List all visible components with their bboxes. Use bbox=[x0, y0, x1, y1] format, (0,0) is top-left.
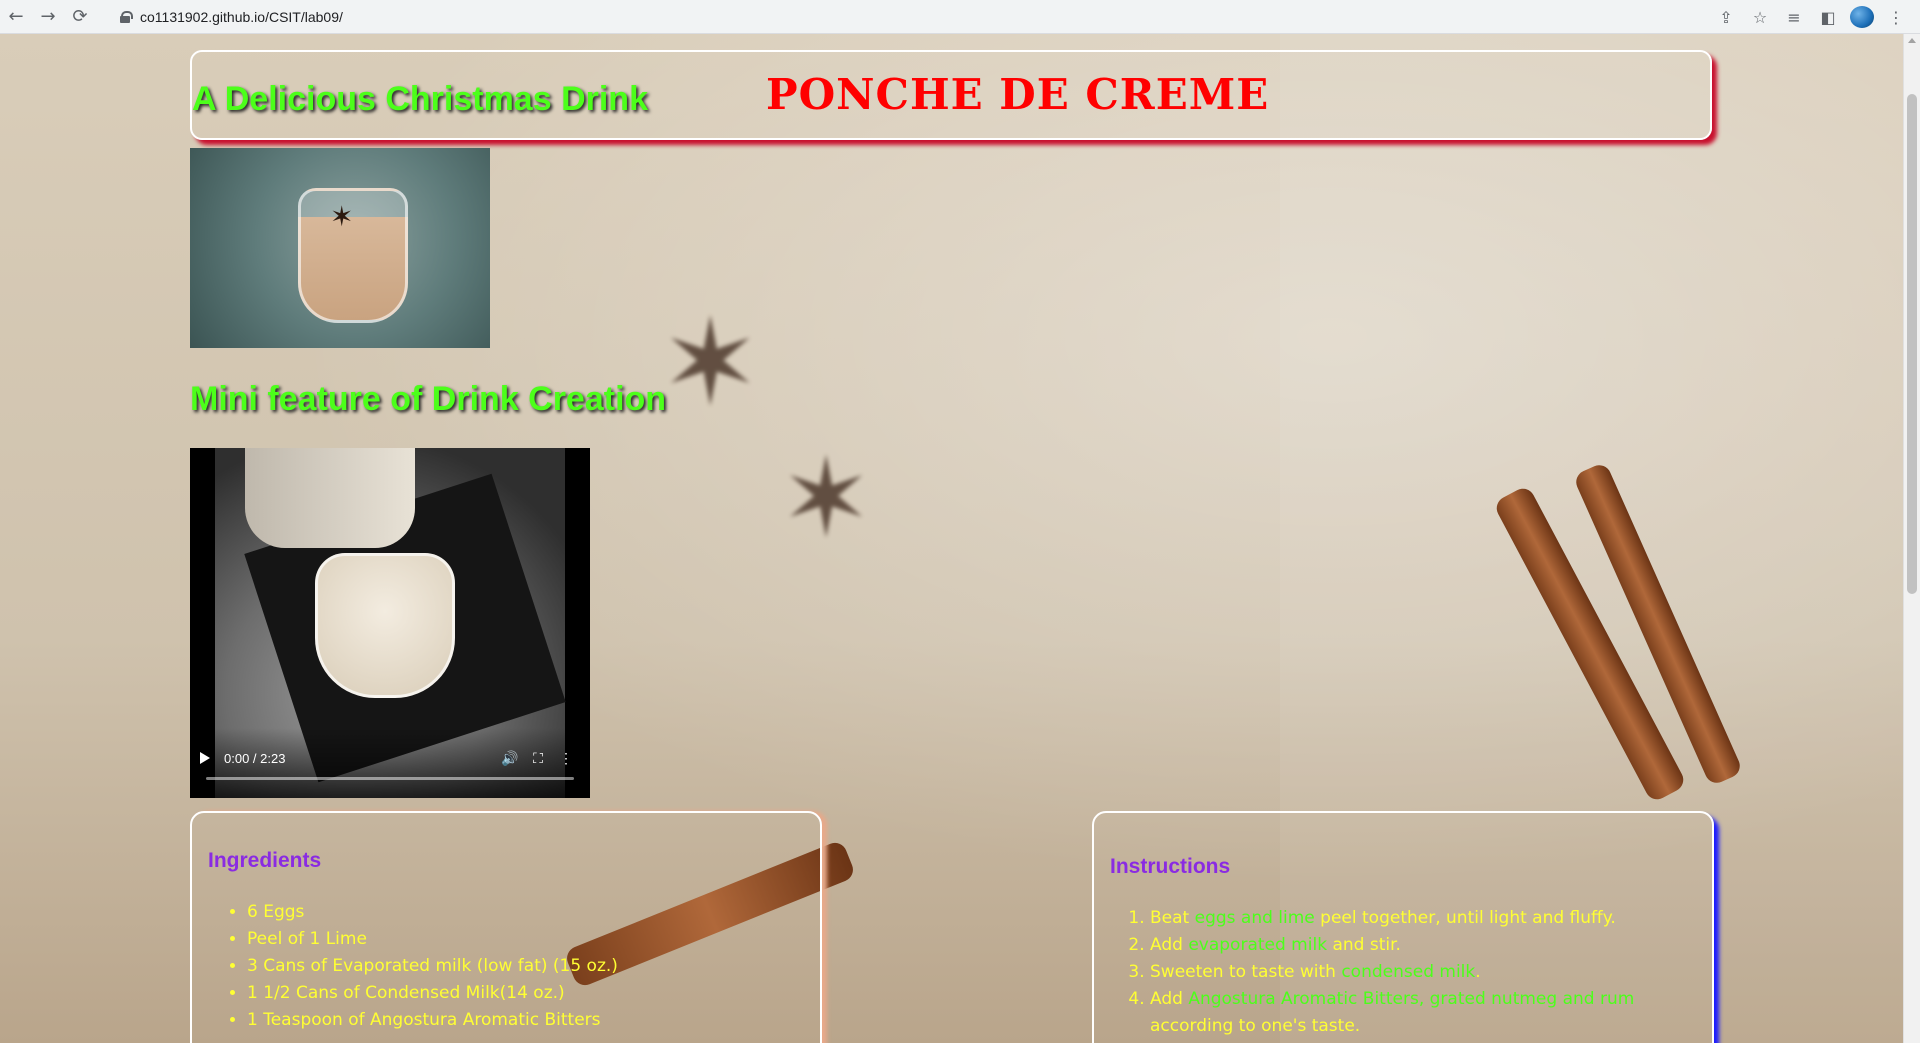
list-item: Add Angostura Aromatic Bitters, grated n… bbox=[1150, 986, 1700, 1040]
list-item: 3 Cans of Evaporated milk (low fat) (15 … bbox=[247, 953, 618, 980]
list-item: 1 Teaspoon of Angostura Aromatic Bitters bbox=[247, 1007, 618, 1034]
reload-icon[interactable]: ⟳ bbox=[64, 3, 96, 31]
step-text: peel together, until light and fluffy. bbox=[1314, 908, 1616, 928]
list-item: 6 Eggs bbox=[247, 899, 618, 926]
video-player[interactable]: 0:00 / 2:23 🔊 ⛶ ⋮ bbox=[190, 448, 590, 798]
page-heading: A Delicious Christmas Drink bbox=[192, 80, 648, 118]
step-text: and stir. bbox=[1327, 935, 1401, 955]
video-time: 0:00 / 2:23 bbox=[224, 750, 286, 766]
volume-icon[interactable]: 🔊 bbox=[496, 750, 524, 767]
instructions-list: Beat eggs and lime peel together, until … bbox=[1150, 905, 1700, 1040]
video-more-icon[interactable]: ⋮ bbox=[552, 750, 580, 767]
side-panel-icon[interactable]: ◧ bbox=[1816, 8, 1840, 27]
profile-avatar[interactable] bbox=[1850, 6, 1874, 28]
list-item: 1 1/2 Cans of Condensed Milk(14 oz.) bbox=[247, 980, 618, 1007]
anise-star-decoration: ✶ bbox=[660, 294, 761, 433]
step-text: Add bbox=[1150, 989, 1189, 1009]
list-item: Peel of 1 Lime bbox=[247, 926, 618, 953]
drink-name-title: PONCHE DE CREME bbox=[766, 70, 1270, 119]
step-highlight: eggs and lime bbox=[1194, 908, 1315, 928]
page-viewport: ✶ ✶ A Delicious Christmas Drink PONCHE D… bbox=[0, 34, 1903, 1043]
list-item: Beat eggs and lime peel together, until … bbox=[1150, 905, 1700, 932]
anise-star-icon: ✶ bbox=[330, 200, 354, 233]
ingredients-panel: Ingredients 6 Eggs Peel of 1 Lime 3 Cans… bbox=[190, 811, 822, 1043]
ingredients-heading: Ingredients bbox=[208, 849, 322, 872]
forward-icon[interactable]: → bbox=[32, 3, 64, 31]
bookmark-star-icon[interactable]: ☆ bbox=[1748, 8, 1772, 27]
lock-icon bbox=[120, 11, 133, 23]
step-highlight: evaporated milk bbox=[1188, 935, 1328, 955]
ingredients-list: 6 Eggs Peel of 1 Lime 3 Cans of Evaporat… bbox=[247, 899, 618, 1034]
url-text: co1131902.github.io/CSIT/lab09/ bbox=[140, 9, 343, 25]
video-bottle bbox=[245, 448, 415, 548]
scroll-up-icon[interactable] bbox=[1908, 38, 1916, 43]
step-text: Beat bbox=[1150, 908, 1195, 928]
step-text: according to one's taste. bbox=[1150, 1016, 1361, 1036]
back-icon[interactable]: ← bbox=[0, 3, 32, 31]
play-icon[interactable] bbox=[200, 752, 210, 764]
browser-actions: ⇪ ☆ ≡ ◧ ⋮ bbox=[1714, 4, 1908, 30]
step-text: Sweeten to taste with bbox=[1150, 962, 1342, 982]
list-item: Add evaporated milk and stir. bbox=[1150, 932, 1700, 959]
video-glass bbox=[315, 553, 455, 698]
share-icon[interactable]: ⇪ bbox=[1714, 8, 1738, 27]
list-item: Sweeten to taste with condensed milk. bbox=[1150, 959, 1700, 986]
instructions-heading: Instructions bbox=[1110, 855, 1231, 878]
step-text: . bbox=[1475, 962, 1481, 982]
page-scrollbar[interactable] bbox=[1903, 34, 1920, 1043]
instructions-panel: Instructions Beat eggs and lime peel tog… bbox=[1092, 811, 1714, 1043]
reading-list-icon[interactable]: ≡ bbox=[1782, 8, 1806, 27]
video-controls: 0:00 / 2:23 🔊 ⛶ ⋮ bbox=[190, 728, 590, 798]
menu-kebab-icon[interactable]: ⋮ bbox=[1884, 8, 1908, 27]
step-highlight: Angostura Aromatic Bitters, grated nutme… bbox=[1188, 989, 1635, 1009]
fullscreen-icon[interactable]: ⛶ bbox=[524, 750, 552, 767]
step-text: Add bbox=[1150, 935, 1189, 955]
video-section-heading: Mini feature of Drink Creation bbox=[190, 380, 667, 418]
anise-star-decoration: ✶ bbox=[780, 434, 873, 562]
address-bar[interactable]: co1131902.github.io/CSIT/lab09/ bbox=[110, 4, 1750, 30]
scroll-thumb[interactable] bbox=[1907, 94, 1917, 594]
header-banner: A Delicious Christmas Drink PONCHE DE CR… bbox=[190, 50, 1712, 140]
drink-photo: ✶ bbox=[190, 148, 490, 348]
step-highlight: condensed milk bbox=[1341, 962, 1476, 982]
browser-toolbar: ← → ⟳ co1131902.github.io/CSIT/lab09/ ⇪ … bbox=[0, 0, 1920, 34]
video-progress-bar[interactable] bbox=[206, 777, 574, 780]
